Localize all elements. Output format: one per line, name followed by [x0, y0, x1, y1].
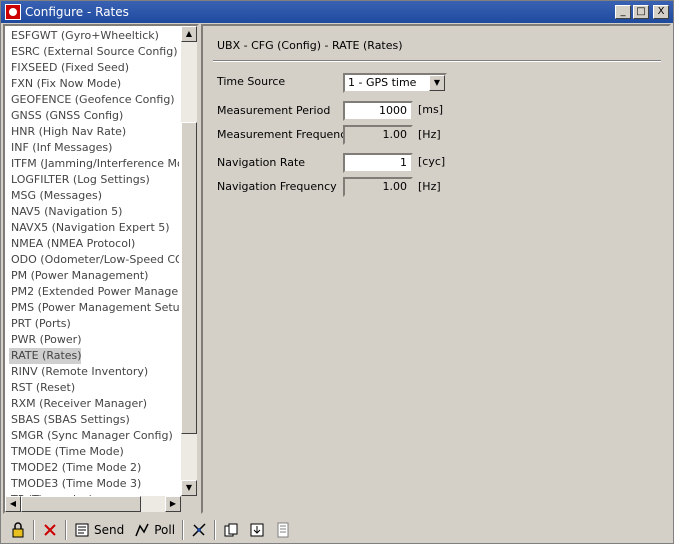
scroll-corner	[181, 496, 197, 512]
list-item[interactable]: PWR (Power)	[9, 332, 179, 348]
list-item[interactable]: TMODE (Time Mode)	[9, 444, 179, 460]
list-item[interactable]: NAV5 (Navigation 5)	[9, 204, 179, 220]
title-separator	[213, 60, 661, 62]
measurement-period-label: Measurement Period	[217, 104, 331, 117]
list-item[interactable]: ESFGWT (Gyro+Wheeltick)	[9, 28, 179, 44]
list-item[interactable]: ODO (Odometer/Low-Speed COG Filter)	[9, 252, 179, 268]
measurement-frequency-field: 1.00	[343, 125, 413, 145]
measurement-frequency-unit: [Hz]	[418, 128, 441, 141]
list-item[interactable]: GNSS (GNSS Config)	[9, 108, 179, 124]
send-icon	[75, 523, 89, 537]
list-item[interactable]: RINV (Remote Inventory)	[9, 364, 179, 380]
list-item[interactable]: FXN (Fix Now Mode)	[9, 76, 179, 92]
minimize-button[interactable]: _	[615, 5, 631, 19]
list-item[interactable]: RST (Reset)	[9, 380, 179, 396]
list-item[interactable]: GEOFENCE (Geofence Config)	[9, 92, 179, 108]
copy-icon	[224, 523, 238, 537]
list-item[interactable]: SBAS (SBAS Settings)	[9, 412, 179, 428]
measurement-period-unit: [ms]	[418, 103, 444, 116]
time-source-value: 1 - GPS time	[348, 76, 417, 89]
scroll-up-icon[interactable]: ▲	[181, 26, 197, 42]
close-button[interactable]: X	[653, 5, 669, 19]
vertical-scrollbar[interactable]: ▲ ▼	[181, 26, 197, 496]
close-icon	[44, 524, 56, 536]
list-item[interactable]: ITFM (Jamming/Interference Monitor)	[9, 156, 179, 172]
poll-icon	[135, 523, 149, 537]
scroll-left-icon[interactable]: ◀	[5, 496, 21, 512]
poll-button[interactable]: Poll	[131, 519, 178, 541]
title-bar[interactable]: Configure - Rates _ □ X	[1, 1, 673, 23]
hscroll-thumb[interactable]	[21, 496, 141, 512]
list-item[interactable]: PM (Power Management)	[9, 268, 179, 284]
time-source-select[interactable]: 1 - GPS time ▼	[343, 73, 447, 93]
navigation-frequency-label: Navigation Frequency	[217, 180, 337, 193]
horizontal-scrollbar[interactable]: ◀ ▶	[5, 496, 181, 512]
list-item[interactable]: FIXSEED (Fixed Seed)	[9, 60, 179, 76]
list-item[interactable]: PMS (Power Management Setup)	[9, 300, 179, 316]
toolbar-separator	[33, 520, 35, 540]
import-button[interactable]	[246, 519, 268, 541]
app-icon	[5, 4, 21, 20]
list-item[interactable]: PM2 (Extended Power Management)	[9, 284, 179, 300]
window-title: Configure - Rates	[25, 5, 129, 19]
poll-label: Poll	[154, 523, 176, 537]
navigation-rate-input[interactable]: 1	[343, 153, 413, 173]
lock-icon	[12, 522, 24, 538]
list-item[interactable]: MSG (Messages)	[9, 188, 179, 204]
document-button[interactable]	[272, 519, 294, 541]
chevron-down-icon[interactable]: ▼	[429, 75, 445, 91]
send-label: Send	[94, 523, 125, 537]
send-button[interactable]: Send	[71, 519, 127, 541]
document-icon	[277, 522, 289, 538]
list-item[interactable]: ESRC (External Source Config)	[9, 44, 179, 60]
message-list-items: ESFGWT (Gyro+Wheeltick) ESRC (External So…	[9, 28, 179, 508]
time-source-label: Time Source	[217, 75, 286, 88]
navigation-rate-unit: [cyc]	[418, 155, 446, 168]
navigation-frequency-field: 1.00	[343, 177, 413, 197]
scroll-down-icon[interactable]: ▼	[181, 480, 197, 496]
list-item[interactable]: TMODE2 (Time Mode 2)	[9, 460, 179, 476]
toolbar-separator	[182, 520, 185, 540]
copy-button[interactable]	[220, 519, 242, 541]
toolbar-separator	[214, 520, 217, 540]
measurement-frequency-label: Measurement Frequency	[217, 128, 353, 141]
scroll-thumb[interactable]	[181, 122, 197, 434]
list-item[interactable]: TMODE3 (Time Mode 3)	[9, 476, 179, 492]
configure-window: Configure - Rates _ □ X ESFGWT (Gyro+Whe…	[0, 0, 674, 544]
navigation-rate-label: Navigation Rate	[217, 156, 306, 169]
list-item[interactable]: LOGFILTER (Log Settings)	[9, 172, 179, 188]
list-item[interactable]: RXM (Receiver Manager)	[9, 396, 179, 412]
window-controls: _ □ X	[615, 5, 669, 19]
tools-icon	[192, 523, 206, 537]
cancel-button[interactable]	[39, 519, 61, 541]
list-item[interactable]: NAVX5 (Navigation Expert 5)	[9, 220, 179, 236]
tools-button[interactable]	[188, 519, 210, 541]
panel-title: UBX - CFG (Config) - RATE (Rates)	[217, 39, 403, 52]
navigation-frequency-unit: [Hz]	[418, 180, 441, 193]
toolbar-separator	[65, 520, 67, 540]
scroll-right-icon[interactable]: ▶	[165, 496, 181, 512]
message-list[interactable]: ESFGWT (Gyro+Wheeltick) ESRC (External So…	[3, 24, 199, 514]
list-item[interactable]: PRT (Ports)	[9, 316, 179, 332]
measurement-period-input[interactable]: 1000	[343, 101, 413, 121]
bottom-toolbar: Send Poll	[3, 517, 673, 543]
lock-button[interactable]	[7, 519, 29, 541]
list-item[interactable]: RATE (Rates)	[9, 348, 81, 364]
list-item[interactable]: INF (Inf Messages)	[9, 140, 179, 156]
import-icon	[250, 523, 264, 537]
maximize-button[interactable]: □	[633, 5, 649, 19]
list-item[interactable]: HNR (High Nav Rate)	[9, 124, 179, 140]
config-panel: UBX - CFG (Config) - RATE (Rates) Time S…	[201, 24, 671, 514]
list-item[interactable]: NMEA (NMEA Protocol)	[9, 236, 179, 252]
list-item[interactable]: SMGR (Sync Manager Config)	[9, 428, 179, 444]
